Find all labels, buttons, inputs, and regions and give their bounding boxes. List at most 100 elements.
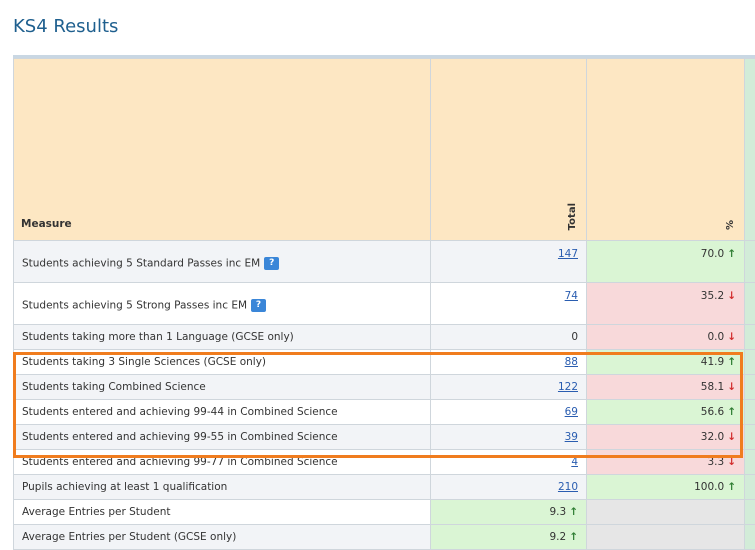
next-column-edge-cell bbox=[745, 350, 755, 375]
percent-cell: 58.1↓ bbox=[587, 375, 745, 400]
total-cell: 69 bbox=[431, 400, 587, 425]
total-count-link[interactable]: 39 bbox=[565, 431, 578, 443]
measure-label: Average Entries per Student (GCSE only) bbox=[22, 531, 236, 543]
help-icon[interactable]: ? bbox=[264, 257, 279, 270]
help-icon[interactable]: ? bbox=[251, 299, 266, 312]
measure-label: Students entered and achieving 99-55 in … bbox=[22, 431, 338, 443]
table-row: Students achieving 5 Standard Passes inc… bbox=[14, 241, 755, 283]
table-row: Students taking Combined Science 122 58.1↓ bbox=[14, 375, 755, 400]
total-count-link[interactable]: 74 bbox=[565, 290, 578, 302]
percent-value: 70.0 bbox=[701, 248, 724, 260]
table-row: Students entered and achieving 99-77 in … bbox=[14, 450, 755, 475]
total-cell: 122 bbox=[431, 375, 587, 400]
percent-value: 41.9 bbox=[701, 356, 724, 368]
arrow-down-icon: ↓ bbox=[727, 431, 736, 443]
table-row: Students taking 3 Single Sciences (GCSE … bbox=[14, 350, 755, 375]
next-column-edge-cell bbox=[745, 325, 755, 350]
total-header-label: Total bbox=[567, 203, 578, 230]
percent-cell: 0.0↓ bbox=[587, 325, 745, 350]
next-column-edge-cell bbox=[745, 375, 755, 400]
table-row: Students entered and achieving 99-55 in … bbox=[14, 425, 755, 450]
percent-cell: 41.9↑ bbox=[587, 350, 745, 375]
percent-value: 100.0 bbox=[694, 481, 724, 493]
measure-label: Students achieving 5 Standard Passes inc… bbox=[22, 258, 260, 270]
measure-cell: Average Entries per Student bbox=[14, 500, 431, 525]
total-value: 9.3 bbox=[549, 506, 566, 518]
next-column-edge bbox=[745, 59, 755, 241]
total-cell: 4 bbox=[431, 450, 587, 475]
measure-label: Students entered and achieving 99-77 in … bbox=[22, 456, 338, 468]
percent-cell: 3.3↓ bbox=[587, 450, 745, 475]
measure-label: Students entered and achieving 99-44 in … bbox=[22, 406, 338, 418]
measure-cell: Pupils achieving at least 1 qualificatio… bbox=[14, 475, 431, 500]
table-row: Average Entries per Student 9.3↑ bbox=[14, 500, 755, 525]
arrow-up-icon: ↑ bbox=[727, 481, 736, 493]
measure-label: Students achieving 5 Strong Passes inc E… bbox=[22, 300, 247, 312]
total-cell: 88 bbox=[431, 350, 587, 375]
table-row: Students achieving 5 Strong Passes inc E… bbox=[14, 283, 755, 325]
arrow-down-icon: ↓ bbox=[727, 290, 736, 302]
total-cell: 9.2↑ bbox=[431, 525, 587, 550]
measure-cell: Students entered and achieving 99-77 in … bbox=[14, 450, 431, 475]
table-row: Students taking more than 1 Language (GC… bbox=[14, 325, 755, 350]
total-cell: 9.3↑ bbox=[431, 500, 587, 525]
next-column-edge-cell bbox=[745, 400, 755, 425]
percent-cell: 32.0↓ bbox=[587, 425, 745, 450]
percent-cell bbox=[587, 525, 745, 550]
measure-cell: Students taking Combined Science bbox=[14, 375, 431, 400]
percent-cell: 70.0↑ bbox=[587, 241, 745, 283]
table-row: Students entered and achieving 99-44 in … bbox=[14, 400, 755, 425]
total-cell: 210 bbox=[431, 475, 587, 500]
total-cell: 0 bbox=[431, 325, 587, 350]
percent-cell: 35.2↓ bbox=[587, 283, 745, 325]
arrow-down-icon: ↓ bbox=[727, 456, 736, 468]
next-column-edge-cell bbox=[745, 450, 755, 475]
percent-value: 3.3 bbox=[707, 456, 724, 468]
measure-label: Pupils achieving at least 1 qualificatio… bbox=[22, 481, 227, 493]
measure-cell: Students taking more than 1 Language (GC… bbox=[14, 325, 431, 350]
ks4-results-table-container: Measure Total % Students achieving 5 Sta… bbox=[13, 55, 755, 550]
percent-header-label: % bbox=[725, 220, 736, 230]
measure-label: Average Entries per Student bbox=[22, 506, 170, 518]
measure-cell: Students entered and achieving 99-55 in … bbox=[14, 425, 431, 450]
total-count-link[interactable]: 147 bbox=[558, 248, 578, 260]
measure-cell: Average Entries per Student (GCSE only) bbox=[14, 525, 431, 550]
total-cell: 39 bbox=[431, 425, 587, 450]
percent-value: 35.2 bbox=[701, 290, 724, 302]
arrow-up-icon: ↑ bbox=[727, 356, 736, 368]
percent-cell: 56.6↑ bbox=[587, 400, 745, 425]
percent-value: 56.6 bbox=[701, 406, 724, 418]
measure-column-header[interactable]: Measure bbox=[14, 59, 431, 241]
next-column-edge-cell bbox=[745, 525, 755, 550]
percent-cell: 100.0↑ bbox=[587, 475, 745, 500]
arrow-up-icon: ↑ bbox=[569, 531, 578, 543]
next-column-edge-cell bbox=[745, 283, 755, 325]
arrow-up-icon: ↑ bbox=[569, 506, 578, 518]
measure-cell: Students achieving 5 Standard Passes inc… bbox=[14, 241, 431, 283]
measure-cell: Students achieving 5 Strong Passes inc E… bbox=[14, 283, 431, 325]
total-cell: 74 bbox=[431, 283, 587, 325]
percent-column-header[interactable]: % bbox=[587, 59, 745, 241]
total-count-link[interactable]: 122 bbox=[558, 381, 578, 393]
table-row: Average Entries per Student (GCSE only) 9… bbox=[14, 525, 755, 550]
percent-value: 0.0 bbox=[707, 331, 724, 343]
measure-cell: Students entered and achieving 99-44 in … bbox=[14, 400, 431, 425]
total-count-link[interactable]: 88 bbox=[565, 356, 578, 368]
total-count-link[interactable]: 4 bbox=[571, 456, 578, 468]
ks4-results-table: Measure Total % Students achieving 5 Sta… bbox=[13, 58, 755, 550]
next-column-edge-cell bbox=[745, 475, 755, 500]
total-column-header[interactable]: Total bbox=[431, 59, 587, 241]
measure-cell: Students taking 3 Single Sciences (GCSE … bbox=[14, 350, 431, 375]
total-value: 0 bbox=[571, 331, 578, 343]
next-column-edge-cell bbox=[745, 500, 755, 525]
measure-label: Students taking Combined Science bbox=[22, 381, 206, 393]
page-title: KS4 Results bbox=[13, 16, 118, 37]
percent-value: 32.0 bbox=[701, 431, 724, 443]
total-count-link[interactable]: 210 bbox=[558, 481, 578, 493]
arrow-down-icon: ↓ bbox=[727, 331, 736, 343]
total-cell: 147 bbox=[431, 241, 587, 283]
total-count-link[interactable]: 69 bbox=[565, 406, 578, 418]
measure-label: Students taking more than 1 Language (GC… bbox=[22, 331, 294, 343]
arrow-up-icon: ↑ bbox=[727, 248, 736, 260]
percent-value: 58.1 bbox=[701, 381, 724, 393]
